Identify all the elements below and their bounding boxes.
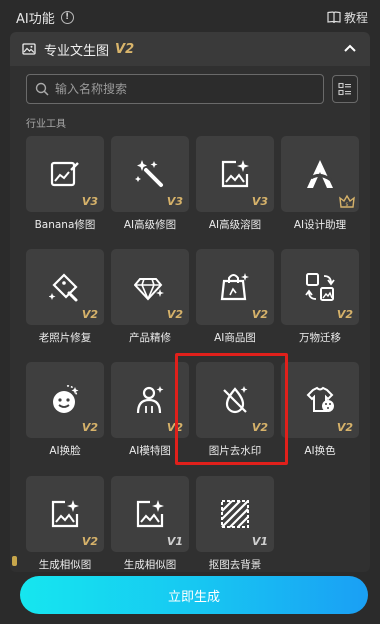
transfer-icon [305, 273, 335, 301]
tool-label: AI换脸 [49, 445, 81, 457]
tool-label: 抠图去背景 [208, 559, 262, 571]
tool-card[interactable]: V3 [111, 136, 189, 212]
tool-tile[interactable]: V2 生成相似图 [26, 476, 104, 572]
model-person-icon [136, 386, 164, 414]
tool-tile[interactable]: $ AI设计助理 [281, 136, 359, 232]
tool-card[interactable]: V2 [111, 362, 189, 438]
generate-now-button[interactable]: 立即生成 [20, 576, 368, 614]
tool-label: AI设计助理 [293, 219, 347, 231]
magic-wand-icon [135, 160, 163, 187]
tool-label: Banana修图 [34, 219, 96, 231]
chevron-up-icon[interactable] [344, 44, 356, 52]
color-change-icon [306, 386, 334, 412]
tool-label: 老照片修复 [38, 332, 92, 344]
section-label: 行业工具 [26, 119, 66, 130]
diamond-sparkle-icon [134, 278, 164, 301]
tool-version: V2 [81, 535, 98, 548]
tool-tile[interactable]: V2 图片去水印 [196, 362, 274, 458]
tool-card[interactable]: V3 [196, 136, 274, 212]
tool-card[interactable]: V3 [26, 136, 104, 212]
panel-header-version: V2 [115, 41, 135, 57]
tool-card[interactable]: V2 [196, 249, 274, 325]
tutorial-label: 教程 [343, 10, 368, 25]
list-view-icon [338, 82, 351, 96]
book-icon [327, 11, 341, 23]
tool-label: AI换色 [304, 445, 336, 457]
top-bar: AI功能 ! 教程 [0, 0, 380, 34]
panel-header-label: 专业文生图 [44, 43, 110, 59]
tool-label: 万物迁移 [299, 332, 341, 344]
tool-tile[interactable]: V2 老照片修复 [26, 249, 104, 345]
tool-label: AI高级修图 [123, 219, 177, 231]
tool-label: AI高级溶图 [208, 219, 262, 231]
ai-functions-label: AI功能 [16, 11, 55, 27]
tool-version: V3 [166, 195, 183, 208]
svg-text:$: $ [345, 202, 348, 208]
search-row [26, 74, 358, 104]
face-swap-icon [53, 385, 79, 413]
tool-card[interactable]: V2 [26, 476, 104, 552]
tool-card[interactable]: V2 [26, 249, 104, 325]
photo-restore-icon [49, 273, 78, 302]
text-to-image-icon [22, 43, 36, 55]
tool-card[interactable]: V2 [26, 362, 104, 438]
tool-panel: 专业文生图 V2 行业工具 [10, 32, 370, 572]
tool-tile[interactable]: V3 AI高级修图 [111, 136, 189, 232]
tool-card[interactable]: $ [281, 136, 359, 212]
tool-card[interactable]: V2 [281, 249, 359, 325]
tool-tile[interactable]: V2 产品精修 [111, 249, 189, 345]
design-assistant-icon [307, 160, 333, 188]
tool-tile[interactable]: V2 万物迁移 [281, 249, 359, 345]
side-indicator [12, 556, 17, 566]
tool-version: V1 [251, 535, 268, 548]
tool-label: 生成相似图 [38, 559, 92, 571]
tool-card[interactable]: V1 [196, 476, 274, 552]
tool-label: 生成相似图 [123, 559, 177, 571]
tool-version: V2 [251, 421, 268, 434]
tutorial-link[interactable]: 教程 [327, 9, 368, 26]
tool-label: 图片去水印 [208, 445, 262, 457]
tool-card[interactable]: V2 [111, 249, 189, 325]
tool-version: V1 [166, 535, 183, 548]
tool-card[interactable]: V1 [111, 476, 189, 552]
image-edit-icon [50, 161, 79, 187]
shopping-bag-icon [220, 273, 249, 301]
similar-image-icon [136, 500, 164, 528]
tool-card[interactable]: V2 [281, 362, 359, 438]
tool-version: V2 [336, 308, 353, 321]
background-remove-icon [221, 500, 249, 528]
tool-tile[interactable]: V3 Banana修图 [26, 136, 104, 232]
watermark-remove-icon [223, 386, 248, 414]
tool-version: V2 [251, 308, 268, 321]
image-sparkle-icon [221, 160, 249, 188]
tool-tile[interactable]: V1 抠图去背景 [196, 476, 274, 572]
search-input[interactable] [55, 82, 305, 96]
tool-version: V2 [81, 421, 98, 434]
tool-tile[interactable]: V3 AI高级溶图 [196, 136, 274, 232]
list-view-button[interactable] [332, 75, 358, 103]
search-box [26, 74, 324, 104]
tool-tile[interactable]: V2 AI模特图 [111, 362, 189, 458]
tool-version: V3 [251, 195, 268, 208]
tool-card[interactable]: V2 [196, 362, 274, 438]
tool-tile[interactable]: V2 AI换脸 [26, 362, 104, 458]
panel-header[interactable]: 专业文生图 V2 [10, 32, 370, 66]
search-icon [35, 82, 49, 96]
tool-tile[interactable]: V1 生成相似图 [111, 476, 189, 572]
tool-tile[interactable]: V2 AI换色 [281, 362, 359, 458]
crown-icon: $ [339, 194, 355, 208]
tool-version: V2 [166, 421, 183, 434]
tool-tile[interactable]: V2 AI商品图 [196, 249, 274, 345]
tool-version: V3 [81, 195, 98, 208]
ai-functions-title: AI功能 ! [16, 8, 74, 27]
tool-label: AI商品图 [214, 332, 256, 344]
tool-version: V2 [81, 308, 98, 321]
tool-version: V2 [336, 421, 353, 434]
tool-version: V2 [166, 308, 183, 321]
tool-label: AI模特图 [129, 445, 171, 457]
info-icon[interactable]: ! [60, 10, 74, 24]
similar-image-icon [51, 500, 79, 528]
tool-label: 产品精修 [129, 332, 171, 344]
